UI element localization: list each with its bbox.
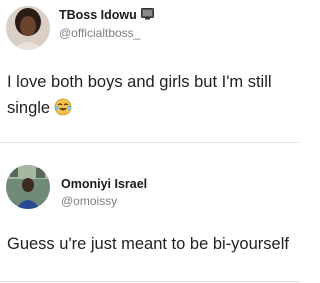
avatar[interactable] [6, 6, 50, 50]
author-name[interactable]: TBoss Idowu [59, 8, 154, 23]
author-name-label: TBoss Idowu [59, 8, 137, 22]
author-handle[interactable]: @officialtboss_ [59, 26, 140, 40]
divider [0, 281, 300, 282]
tears-of-joy-icon [54, 98, 72, 124]
avatar-image [6, 165, 50, 209]
tweet-1[interactable]: TBoss Idowu @officialtboss_ I love both … [0, 0, 300, 143]
avatar[interactable] [6, 165, 50, 209]
tweet-text: I love both boys and girls but I'm still… [7, 69, 297, 124]
avatar-image [6, 6, 50, 50]
author-name[interactable]: Omoniyi Israel [61, 177, 147, 191]
tweet-2[interactable]: Omoniyi Israel @omoissy Guess u're just … [0, 143, 300, 283]
author-handle[interactable]: @omoissy [61, 194, 117, 208]
tweet-text: Guess u're just meant to be bi-yourself [7, 235, 289, 253]
tweet-text-content: I love both boys and girls but I'm still… [7, 73, 272, 117]
tv-icon [140, 8, 154, 23]
